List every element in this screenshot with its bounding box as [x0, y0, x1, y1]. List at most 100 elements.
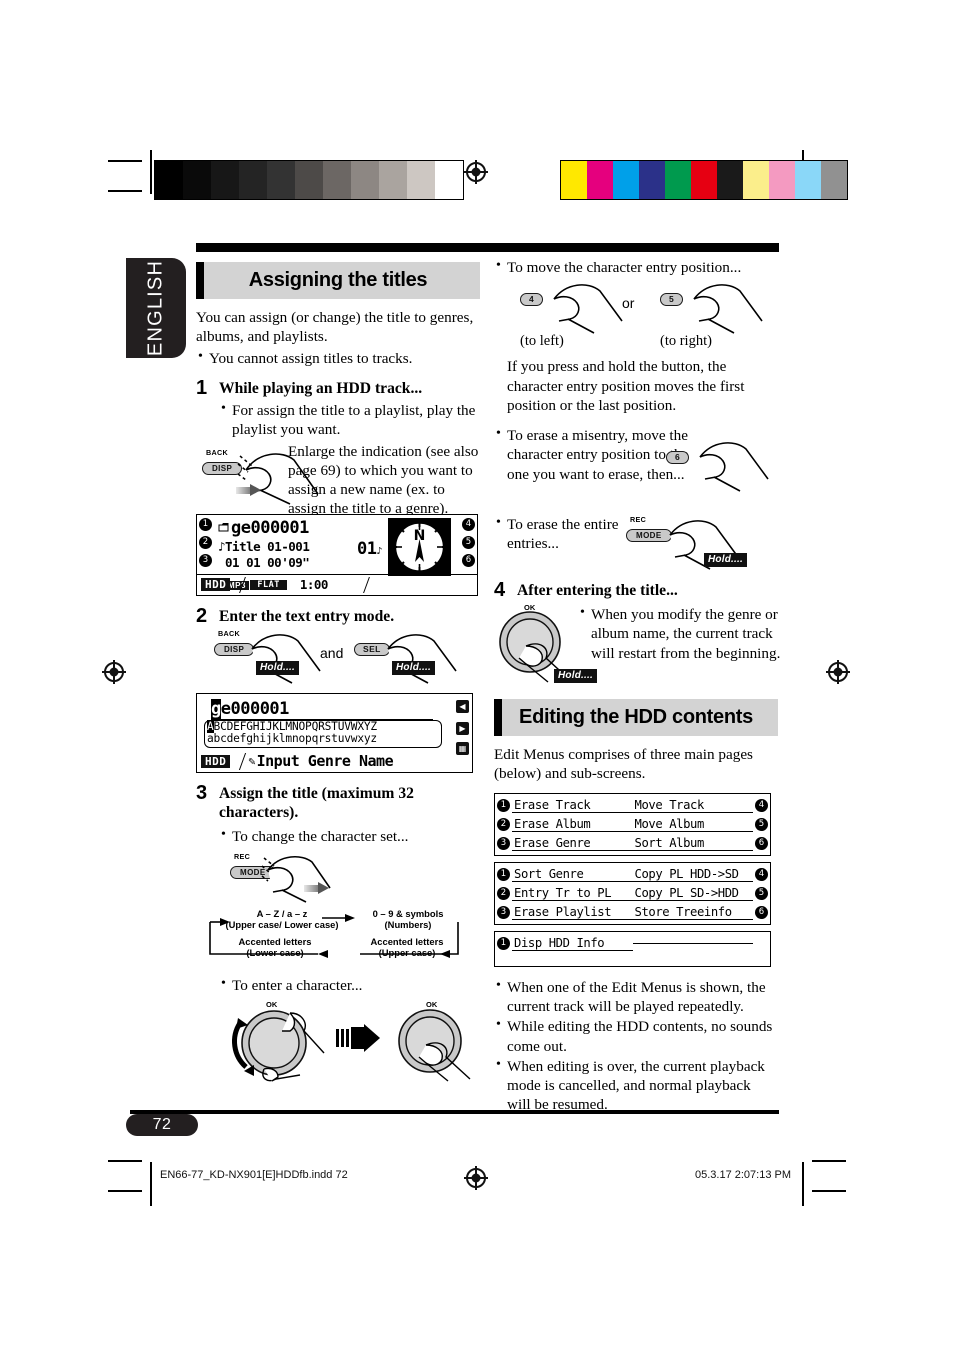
lcd-entry-prompt: Input Genre Name: [256, 752, 394, 771]
step-3-bullet-charset: To change the character set...: [219, 826, 480, 846]
lcd-pill-3[interactable]: 3: [199, 553, 212, 567]
editing-note-3: When editing is over, the current playba…: [494, 1056, 778, 1115]
menu-item-erase-genre[interactable]: Erase Genre: [512, 836, 633, 851]
edit-menu-page-3: 1 Disp HDD Info: [494, 930, 771, 967]
cycle-item-4: Accented letters (Lower case): [220, 936, 330, 958]
menu-item-erase-album[interactable]: Erase Album: [512, 817, 633, 832]
menu-num-left[interactable]: 3: [497, 836, 510, 850]
dial-press-art[interactable]: OK: [386, 1000, 481, 1090]
menu-num-left[interactable]: 2: [497, 886, 510, 900]
footer-timestamp: 05.3.17 2:07:13 PM: [694, 1169, 791, 1181]
menu-num-right[interactable]: 6: [755, 905, 768, 919]
calibration-swatch: [323, 161, 351, 199]
menu-item-sort-album[interactable]: Sort Album: [632, 836, 753, 851]
menu-item-copy-pl-hdd-sd[interactable]: Copy PL HDD->SD: [632, 867, 753, 882]
cycle-item-4-main: Accented letters: [238, 935, 312, 947]
step-4-illustration: OK Hold.... When you modify the genre or…: [494, 603, 780, 689]
cycle-item-1-sub: (Upper case/ Lower case): [225, 918, 339, 930]
lcd-pill-1[interactable]: 1: [199, 517, 212, 531]
section-heading-editing-hdd: Editing the HDD contents: [494, 699, 778, 737]
erase-icon[interactable]: ▦: [456, 741, 469, 755]
calibration-swatch: [295, 161, 323, 199]
rotary-dial-icon[interactable]: [386, 1001, 481, 1085]
calibration-swatch: [435, 161, 463, 199]
crop-mark: [108, 160, 142, 162]
cycle-item-1-main: A – Z / a – z: [256, 907, 308, 919]
menu-num-left[interactable]: 2: [497, 817, 510, 831]
menu-item-erase-playlist[interactable]: Erase Playlist: [512, 905, 633, 920]
menu-num-left[interactable]: 1: [497, 798, 510, 812]
step-2: 2 Enter the text entry mode.: [196, 605, 480, 627]
step-2-illustration: BACK DISP Hold.... and SEL Hold....: [196, 629, 480, 687]
calibration-swatch: [267, 161, 295, 199]
left-arrow-icon[interactable]: ◀: [456, 699, 469, 713]
title-entry-field[interactable]: ge000001: [211, 698, 433, 720]
crop-mark: [812, 1190, 846, 1192]
button-4-cap: 4: [520, 293, 544, 307]
right-arrow-icon[interactable]: ▶: [456, 721, 469, 735]
menu-num-right[interactable]: 4: [755, 867, 768, 881]
menu-item-move-album[interactable]: Move Album: [632, 817, 753, 832]
menu-num-right[interactable]: 5: [755, 886, 768, 900]
hold-label-erase-all: Hold....: [704, 553, 747, 568]
disp-button-art[interactable]: BACK DISP: [202, 448, 243, 476]
step-3-enter-char: To enter a character...: [196, 975, 480, 995]
footer-filename: EN66-77_KD-NX901[E]HDDfb.indd 72: [160, 1169, 348, 1181]
charset-lower-row[interactable]: abcdefghijklmnopqrstuvwxyz: [207, 733, 439, 746]
finger-press-icon: [693, 284, 763, 335]
menu-num-left[interactable]: 3: [497, 905, 510, 919]
lcd-entry-source-tag: HDD: [201, 754, 231, 768]
rec-mode-illustration: REC MODE: [196, 848, 480, 903]
button-5-art[interactable]: 5: [660, 289, 684, 307]
character-set-cycle-diagram: A – Z / a – z (Upper case/ Lower case) 0…: [200, 908, 470, 964]
move-conjunction: or: [622, 295, 635, 312]
lcd-pill-6[interactable]: 6: [462, 553, 475, 567]
hold-label-a: Hold....: [256, 660, 299, 675]
menu-item-disp-hdd-info[interactable]: Disp HDD Info: [512, 936, 633, 951]
cycle-item-2-main: 0 – 9 & symbols: [372, 907, 444, 919]
menu-row: 1 Sort Genre Copy PL HDD->SD 4: [495, 865, 770, 884]
section-heading-editing-label: Editing the HDD contents: [519, 706, 753, 729]
menu-num-right[interactable]: 6: [755, 836, 768, 850]
entry-cursor-char: g: [211, 698, 221, 719]
dial-rotate-art[interactable]: OK: [224, 1000, 334, 1090]
menu-num-left[interactable]: 1: [497, 867, 510, 881]
menu-item-store-treeinfo[interactable]: Store Treeinfo: [632, 905, 753, 920]
menu-num-right[interactable]: 5: [755, 817, 768, 831]
calibration-swatch: [691, 161, 717, 199]
calibration-swatch: [351, 161, 379, 199]
menu-item-move-track[interactable]: Move Track: [632, 798, 753, 813]
step-3-bullet-enter: To enter a character...: [219, 975, 480, 995]
finger-press-icon: [553, 284, 623, 335]
step-4-bullet: When you modify the genre or album name,…: [578, 604, 791, 663]
button-6-cap: 6: [666, 451, 690, 465]
menu-num-right[interactable]: 4: [755, 798, 768, 812]
step-4-title: After entering the title...: [517, 582, 678, 600]
erase-all-illustration: To erase the entire entries... REC MODE …: [494, 514, 778, 581]
button-6-art[interactable]: 6: [666, 447, 690, 465]
lcd-pill-5[interactable]: 5: [462, 535, 475, 549]
lcd-pill-4[interactable]: 4: [462, 517, 475, 531]
button-4-art[interactable]: 4: [520, 289, 544, 307]
finger-press-icon: [261, 855, 331, 903]
lcd-clock: 1:00: [299, 577, 329, 592]
step-1-description: Enlarge the indication (see also page 69…: [288, 442, 479, 518]
menu-item-entry-tr-to-pl[interactable]: Entry Tr to PL: [512, 886, 633, 901]
calibration-swatch: [561, 161, 587, 199]
character-set-box[interactable]: ABCDEFGHIJKLMNOPQRSTUVWXYZ abcdefghijklm…: [204, 719, 442, 748]
menu-num-left[interactable]: 1: [497, 936, 510, 950]
menu-item-erase-track[interactable]: Erase Track: [512, 798, 633, 813]
menu-item-copy-pl-sd-hdd[interactable]: Copy PL SD->HDD: [632, 886, 753, 901]
calibration-swatch: [407, 161, 435, 199]
step-1-body: For assign the title to a playlist, play…: [196, 400, 480, 440]
menu-row: 1 Disp HDD Info: [495, 934, 770, 953]
lcd-pill-2[interactable]: 2: [199, 535, 212, 549]
menu-item-sort-genre[interactable]: Sort Genre: [512, 867, 633, 882]
button-5-cap: 5: [660, 293, 684, 307]
dial-ok-label-right: OK: [426, 1000, 438, 1010]
lcd-right-pills: 4 5 6: [462, 517, 475, 567]
paragraph-press-hold: If you press and hold the button, the ch…: [507, 358, 745, 414]
left-column: Assigning the titles You can assign (or …: [196, 262, 480, 1087]
rotary-dial-icon[interactable]: [224, 1001, 334, 1085]
disp-button-cap: DISP: [202, 461, 243, 475]
